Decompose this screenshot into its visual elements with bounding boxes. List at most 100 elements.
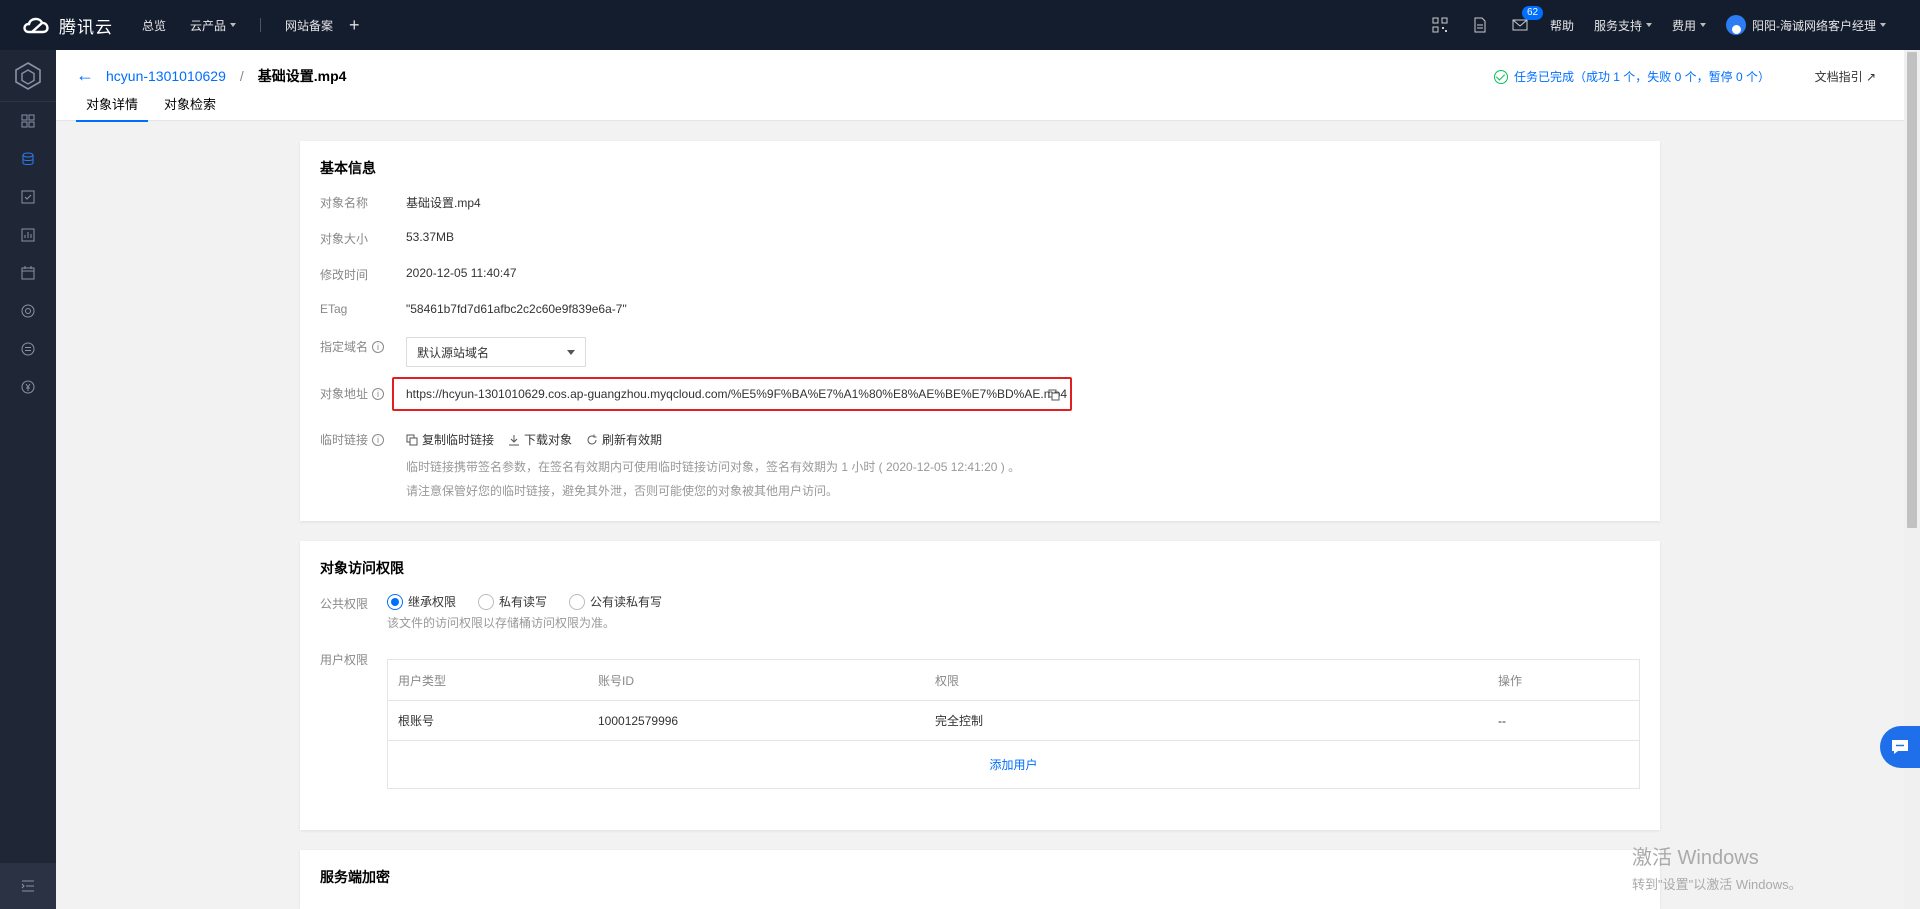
public-permission-label: 公共权限: [320, 597, 369, 611]
chat-support-button[interactable]: [1880, 726, 1920, 768]
copy-temp-link-label: 复制临时链接: [422, 433, 495, 447]
shield-icon: [21, 304, 35, 318]
billing-label: 费用: [1671, 18, 1696, 33]
nav-overview[interactable]: 总览: [130, 17, 178, 34]
nav-icp-label: 网站备案: [285, 18, 334, 33]
sidebar-item-buckets[interactable]: [0, 140, 56, 178]
chevron-down-icon: [1880, 23, 1886, 27]
sidebar-item-overview[interactable]: [0, 102, 56, 140]
info-icon[interactable]: i: [372, 387, 385, 400]
sidebar-item-calendar[interactable]: [0, 254, 56, 292]
download-icon: [509, 434, 520, 445]
document-icon[interactable]: [1460, 17, 1500, 33]
refresh-validity-label: 刷新有效期: [602, 433, 663, 447]
cell-action: --: [1498, 713, 1506, 728]
billing-menu[interactable]: 费用: [1662, 17, 1716, 34]
nav-overview-label: 总览: [142, 18, 167, 33]
radio-public-read-label: 公有读私有写: [590, 595, 663, 609]
access-permission-card: 对象访问权限 公共权限 继承权限 私有读写 公有读私有写 该文件的访问权限以存储…: [300, 541, 1660, 830]
qrcode-icon[interactable]: [1420, 17, 1460, 33]
column-header-permission: 权限: [935, 673, 960, 688]
object-name-title: 基础设置.mp4: [257, 67, 347, 84]
sidebar-item-tools[interactable]: [0, 330, 56, 368]
help-link[interactable]: 帮助: [1540, 17, 1584, 34]
mail-icon[interactable]: 62: [1500, 6, 1544, 32]
access-permission-title: 对象访问权限: [320, 560, 404, 576]
left-sidebar: [0, 50, 56, 909]
sidebar-item-billing[interactable]: [0, 368, 56, 406]
table-row: 根账号 100012579996 完全控制 --: [388, 701, 1639, 741]
modified-time-label: 修改时间: [320, 268, 369, 282]
user-permission-label: 用户权限: [320, 653, 369, 667]
encryption-card: 服务端加密: [300, 850, 1660, 909]
tab-object-search[interactable]: 对象检索: [154, 94, 226, 122]
add-user-button[interactable]: 添加用户: [989, 756, 1037, 773]
sidebar-item-security[interactable]: [0, 292, 56, 330]
chevron-down-icon: [230, 23, 237, 27]
task-status[interactable]: 任务已完成（成功 1 个，失败 0 个，暂停 0 个）: [1493, 68, 1770, 85]
column-header-action: 操作: [1498, 673, 1523, 688]
page-scrollbar[interactable]: [1904, 50, 1920, 909]
temp-link-label: 临时链接 i: [320, 431, 385, 448]
nav-products[interactable]: 云产品: [178, 17, 248, 34]
user-name: 阳阳-海诚网络客户经理: [1752, 18, 1876, 33]
task-status-text: 任务已完成（成功 1 个，失败 0 个，暂停 0 个）: [1513, 70, 1770, 84]
object-url-value[interactable]: https://hcyun-1301010629.cos.ap-guangzho…: [406, 387, 1067, 401]
list-circle-icon: [21, 342, 35, 356]
sidebar-collapse-button[interactable]: [0, 863, 56, 909]
info-icon[interactable]: i: [372, 340, 385, 353]
radio-public-read[interactable]: 公有读私有写: [569, 593, 662, 610]
nav-icp[interactable]: 网站备案: [273, 17, 345, 34]
top-navbar: 腾讯云 总览 云产品 网站备案 + 62 帮助 服务支持 费用 阳阳-海诚网络客…: [0, 0, 1920, 50]
service-support-menu[interactable]: 服务支持: [1584, 17, 1662, 34]
external-link-icon: ↗: [1865, 70, 1876, 84]
download-object-button[interactable]: 下载对象: [508, 431, 572, 448]
radio-checked-icon: [387, 593, 403, 610]
watermark-line-2: 转到"设置"以激活 Windows。: [1632, 877, 1802, 892]
object-header: ← hcyun-1301010629 / 基础设置.mp4 对象详情 对象检索 …: [56, 50, 1904, 122]
sidebar-item-monitor[interactable]: [0, 216, 56, 254]
copy-icon[interactable]: [1048, 389, 1060, 401]
download-object-label: 下载对象: [524, 433, 573, 447]
refresh-validity-button[interactable]: 刷新有效期: [586, 431, 662, 448]
object-url-box[interactable]: https://hcyun-1301010629.cos.ap-guangzho…: [392, 377, 1072, 411]
domain-select[interactable]: 默认源站域名: [406, 337, 586, 367]
copy-temp-link-button[interactable]: 复制临时链接: [406, 431, 494, 448]
temp-link-hint-1: 临时链接携带签名参数，在签名有效期内可使用临时链接访问对象，签名有效期为 1 小…: [406, 460, 1021, 474]
scrollbar-thumb[interactable]: [1907, 52, 1917, 528]
modified-time-value: 2020-12-05 11:40:47: [406, 266, 517, 280]
info-icon[interactable]: i: [372, 433, 385, 446]
object-size-label: 对象大小: [320, 232, 369, 246]
refresh-icon: [587, 434, 597, 444]
radio-private[interactable]: 私有读写: [478, 593, 547, 610]
public-permission-hint: 该文件的访问权限以存储桶访问权限为准。: [387, 616, 616, 630]
domain-select-value: 默认源站域名: [417, 345, 490, 360]
temp-link-label-text: 临时链接: [320, 433, 369, 447]
sidebar-item-tasks[interactable]: [0, 178, 56, 216]
chart-icon: [21, 228, 35, 242]
plus-icon[interactable]: +: [349, 15, 360, 36]
etag-label: ETag: [320, 302, 348, 316]
calendar-icon: [21, 266, 35, 280]
windows-activation-watermark: 激活 Windows 转到"设置"以激活 Windows。: [1632, 841, 1802, 893]
copy-icon: [406, 434, 418, 445]
bucket-link[interactable]: hcyun-1301010629: [106, 68, 226, 84]
cos-product-icon[interactable]: [0, 50, 56, 102]
nav-products-label: 云产品: [190, 18, 227, 33]
service-support-label: 服务支持: [1593, 18, 1642, 33]
brand-logo[interactable]: 腾讯云: [20, 12, 130, 38]
column-header-account-id: 账号ID: [598, 673, 635, 688]
nav-divider: [260, 18, 262, 32]
radio-inherit[interactable]: 继承权限: [387, 593, 456, 610]
tab-object-details[interactable]: 对象详情: [76, 94, 149, 122]
radio-private-label: 私有读写: [499, 595, 548, 609]
radio-unchecked-icon: [569, 593, 586, 610]
add-user-row: 添加用户: [388, 741, 1639, 788]
brand-name: 腾讯云: [59, 17, 113, 37]
domain-label: 指定域名 i: [320, 338, 385, 355]
user-permission-table: 用户类型 账号ID 权限 操作 根账号 100012579996 完全控制 --…: [387, 659, 1640, 789]
grid-icon: [21, 114, 35, 128]
user-menu[interactable]: 阳阳-海诚网络客户经理: [1716, 15, 1896, 35]
back-arrow-icon[interactable]: ←: [76, 65, 94, 86]
doc-guide-link[interactable]: 文档指引 ↗: [1815, 68, 1876, 85]
